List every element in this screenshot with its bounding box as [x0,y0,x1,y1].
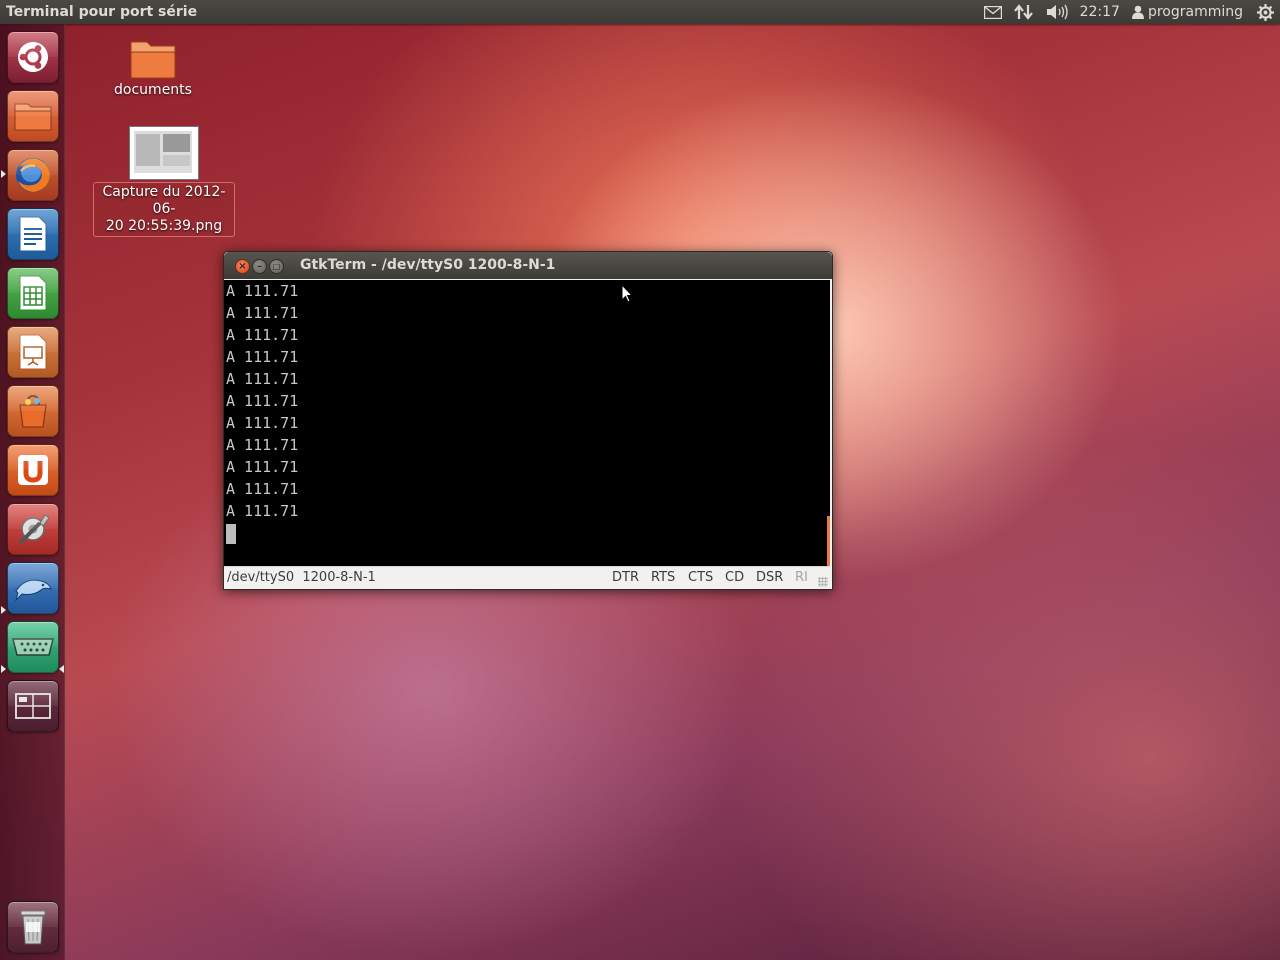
settings-icon [18,514,50,545]
window-title: GtkTerm - /dev/ttyS0 1200-8-N-1 [300,257,556,273]
impress-icon [19,334,47,370]
terminal-line: A 111.71 [226,392,299,410]
signal-cts: CTS [688,570,714,585]
volume-icon[interactable] [1040,0,1074,24]
terminal-cursor [226,524,236,544]
top-panel: Terminal pour port série 22:17 programmi… [0,0,1280,24]
serial-port-icon [12,638,54,656]
launcher-software-center[interactable] [7,385,59,437]
terminal-output[interactable]: A 111.71 A 111.71 A 111.71 A 111.71 A 11… [224,280,830,566]
launcher-running-indicator [1,170,6,178]
network-icon[interactable] [1008,0,1040,24]
launcher-trash[interactable] [7,901,59,953]
active-app-title: Terminal pour port série [6,4,198,20]
signal-dsr: DSR [756,570,784,585]
gtkterm-window: × – □ GtkTerm - /dev/ttyS0 1200-8-N-1 A … [223,251,833,590]
trash-icon [20,910,46,945]
launcher [0,24,65,960]
firefox-icon [16,158,50,192]
terminal-line: A 111.71 [226,480,299,498]
maximize-button[interactable]: □ [269,259,284,274]
folder-icon [14,103,52,131]
scrollbar-indicator[interactable] [827,516,830,566]
ubuntu-logo-icon [18,42,48,72]
launcher-system-settings[interactable] [7,503,59,555]
user-name: programming [1147,4,1243,20]
workspace-switcher-icon [15,693,51,719]
software-center-icon [19,394,47,428]
launcher-impress[interactable] [7,326,59,378]
image-thumbnail-icon [129,126,199,180]
minimize-button[interactable]: – [252,259,267,274]
desktop-icon-documents[interactable]: documents [108,38,198,98]
port-status: /dev/ttyS0 1200-8-N-1 [227,570,376,585]
terminal-line: A 111.71 [226,304,299,322]
clock[interactable]: 22:17 [1074,0,1126,24]
launcher-dash-home[interactable] [7,31,59,83]
launcher-running-indicator [1,606,6,614]
resize-grip[interactable] [818,577,828,587]
mouse-pointer-icon [621,284,633,303]
launcher-calc[interactable] [7,267,59,319]
indicator-area: 22:17 programming [978,0,1280,24]
launcher-firefox[interactable] [7,149,59,201]
label-line2: 20 20:55:39.png [105,218,223,234]
terminal-line: A 111.71 [226,282,299,300]
terminal-line: A 111.71 [226,348,299,366]
terminal-line: A 111.71 [226,414,299,432]
user-menu[interactable]: programming [1126,0,1251,24]
calc-icon [19,275,47,311]
user-icon [1131,5,1144,19]
desktop-icon-screenshot[interactable]: Capture du 2012-06- 20 20:55:39.png [93,126,235,237]
launcher-home-folder[interactable] [7,90,59,142]
status-bar: /dev/ttyS0 1200-8-N-1 DTR RTS CTS CD DSR… [224,566,830,589]
launcher-ubuntu-one[interactable] [7,444,59,496]
signal-dtr: DTR [612,570,639,585]
signal-ri: RI [795,570,808,585]
launcher-focused-indicator [59,665,64,673]
launcher-gtkterm[interactable] [7,621,59,673]
terminal-line: A 111.71 [226,458,299,476]
minimize-icon: – [257,261,262,272]
launcher-workspace-switcher[interactable] [7,680,59,732]
dolphin-icon [14,579,52,602]
close-button[interactable]: × [235,259,250,274]
mail-icon[interactable] [978,0,1008,24]
terminal-line: A 111.71 [226,502,299,520]
system-gear-icon[interactable] [1251,0,1280,24]
maximize-icon: □ [272,262,281,271]
terminal-line: A 111.71 [226,436,299,454]
label-line1: Capture du 2012-06- [102,184,226,217]
desktop-icon-label: Capture du 2012-06- 20 20:55:39.png [93,182,235,237]
terminal-line: A 111.71 [226,326,299,344]
launcher-dolphin[interactable] [7,562,59,614]
terminal-line: A 111.71 [226,370,299,388]
window-titlebar[interactable]: × – □ GtkTerm - /dev/ttyS0 1200-8-N-1 [224,252,832,279]
signal-rts: RTS [651,570,676,585]
launcher-running-indicator [1,665,6,673]
folder-icon [130,41,176,79]
desktop-icon-label: documents [114,82,192,98]
clock-label: 22:17 [1079,4,1120,20]
launcher-writer[interactable] [7,208,59,260]
writer-icon [19,216,47,252]
close-icon: × [238,261,247,272]
signal-cd: CD [725,570,745,585]
ubuntu-one-icon [18,455,48,485]
